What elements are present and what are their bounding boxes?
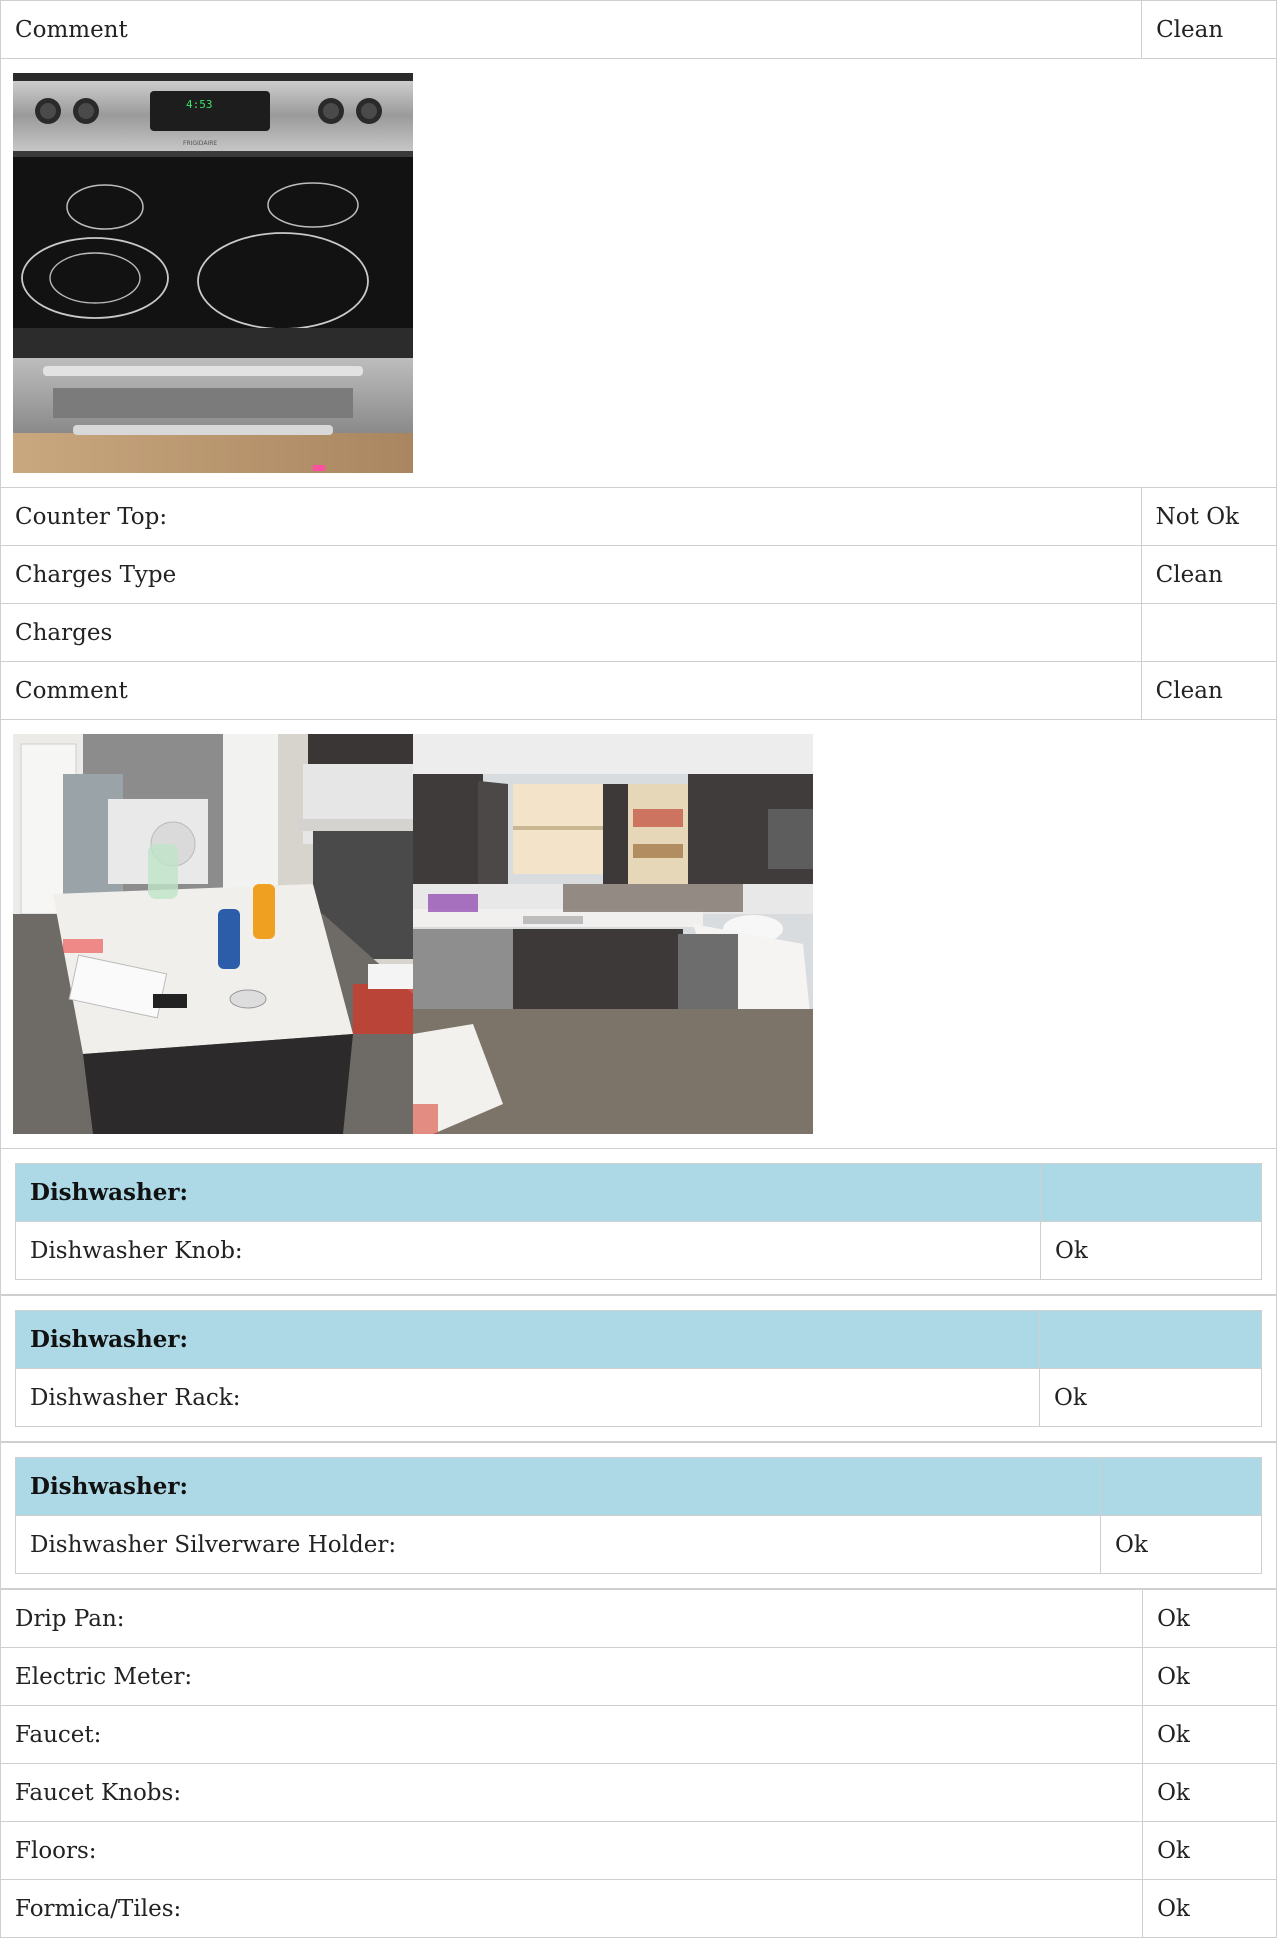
stove-clock-text: 4:53 [186, 98, 213, 111]
row-label: Counter Top: [0, 487, 1142, 546]
kitchen-island-image [13, 734, 413, 1134]
row-value: Ok [1100, 1515, 1262, 1574]
section-header-value [1100, 1457, 1262, 1516]
table-row: Faucet: Ok [0, 1705, 1277, 1764]
table-row: Electric Meter: Ok [0, 1647, 1277, 1706]
table-row: Comment Clean [0, 0, 1277, 59]
row-label: Comment [0, 661, 1142, 720]
dishwasher-block-knob: Dishwasher: Dishwasher Knob: Ok [0, 1148, 1277, 1295]
row-value: Clean [1141, 0, 1277, 59]
row-label: Comment [0, 0, 1143, 59]
row-label: Charges Type [0, 545, 1142, 604]
table-header-row: Dishwasher: [15, 1457, 1262, 1516]
row-label: Formica/Tiles: [0, 1879, 1144, 1938]
section-header: Dishwasher: [15, 1310, 1040, 1369]
row-value: Ok [1142, 1647, 1277, 1706]
row-value: Not Ok [1140, 487, 1277, 546]
row-value: Ok [1142, 1705, 1277, 1764]
row-value: Clean [1140, 661, 1277, 720]
dishwasher-block-rack: Dishwasher: Dishwasher Rack: Ok [0, 1295, 1277, 1442]
kitchen-cabinets-photo[interactable] [413, 734, 813, 1134]
item-table-mid: Counter Top: Not Ok Charges Type Clean C… [0, 487, 1277, 720]
row-value: Ok [1142, 1879, 1277, 1938]
row-label: Faucet Knobs: [0, 1763, 1144, 1822]
row-value: Ok [1040, 1221, 1262, 1280]
stove-photo[interactable]: 4:53 FRIGIDAIRE [13, 73, 413, 473]
row-value: Ok [1039, 1368, 1262, 1427]
row-label: Dishwasher Knob: [15, 1221, 1041, 1280]
row-label: Drip Pan: [0, 1589, 1144, 1648]
row-label: Faucet: [0, 1705, 1144, 1764]
table-row: Counter Top: Not Ok [0, 487, 1277, 546]
photo-row-kitchen [0, 720, 1277, 1148]
item-table-bottom: Drip Pan: Ok Electric Meter: Ok Faucet: … [0, 1589, 1277, 1938]
table-row: Faucet Knobs: Ok [0, 1763, 1277, 1822]
section-header-value [1040, 1163, 1262, 1222]
table-row: Dishwasher Rack: Ok [15, 1368, 1262, 1427]
table-row: Drip Pan: Ok [0, 1589, 1277, 1648]
dishwasher-block-silverware: Dishwasher: Dishwasher Silverware Holder… [0, 1442, 1277, 1589]
row-label: Electric Meter: [0, 1647, 1144, 1706]
section-header: Dishwasher: [15, 1457, 1101, 1516]
dishwasher-table: Dishwasher: Dishwasher Rack: Ok [15, 1310, 1262, 1427]
dishwasher-table: Dishwasher: Dishwasher Silverware Holder… [15, 1457, 1262, 1574]
table-header-row: Dishwasher: [15, 1163, 1262, 1222]
row-value [1140, 603, 1277, 662]
row-label: Floors: [0, 1821, 1144, 1880]
table-row: Dishwasher Silverware Holder: Ok [15, 1515, 1262, 1574]
inspection-report: Comment Clean 4:53 FRIGIDAIRE Counter To… [0, 0, 1277, 1938]
stove-brand-text: FRIGIDAIRE [183, 140, 217, 147]
table-row: Formica/Tiles: Ok [0, 1879, 1277, 1938]
table-row: Dishwasher Knob: Ok [15, 1221, 1262, 1280]
row-value: Clean [1140, 545, 1277, 604]
row-label: Charges [0, 603, 1142, 662]
table-header-row: Dishwasher: [15, 1310, 1262, 1369]
kitchen-cabinets-image [413, 734, 813, 1134]
dishwasher-table: Dishwasher: Dishwasher Knob: Ok [15, 1163, 1262, 1280]
kitchen-island-photo[interactable] [13, 734, 413, 1134]
item-table-top: Comment Clean [0, 0, 1277, 59]
table-row: Floors: Ok [0, 1821, 1277, 1880]
row-value: Ok [1142, 1821, 1277, 1880]
table-row: Charges [0, 603, 1277, 662]
section-header-value [1039, 1310, 1262, 1369]
section-header: Dishwasher: [15, 1163, 1041, 1222]
table-row: Charges Type Clean [0, 545, 1277, 604]
row-label: Dishwasher Silverware Holder: [15, 1515, 1101, 1574]
stove-image: 4:53 FRIGIDAIRE [13, 73, 413, 473]
row-value: Ok [1142, 1589, 1277, 1648]
row-value: Ok [1142, 1763, 1277, 1822]
photo-row-stove: 4:53 FRIGIDAIRE [0, 59, 1277, 487]
table-row: Comment Clean [0, 661, 1277, 720]
row-label: Dishwasher Rack: [15, 1368, 1040, 1427]
